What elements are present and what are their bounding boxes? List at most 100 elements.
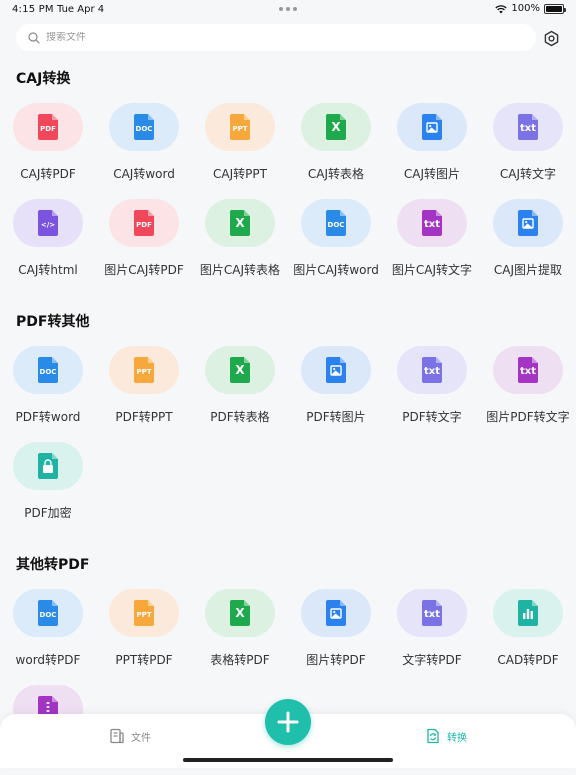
tool-item[interactable]: DOC 图片CAJ转word	[288, 199, 384, 289]
section-title: PDF转其他	[16, 314, 90, 330]
file-type-tag: PDF	[136, 221, 152, 229]
tool-label: CAJ转word	[113, 167, 175, 181]
tool-item[interactable]: txt CAJ转文字	[480, 103, 576, 193]
status-bar: 4:15 PM Tue Apr 4 100%	[0, 0, 576, 20]
tool-label: PDF转图片	[306, 410, 366, 424]
tool-label: CAD转PDF	[497, 653, 559, 667]
tool-item[interactable]: txt PDF转文字	[384, 346, 480, 436]
tool-label: PPT转PDF	[115, 653, 173, 667]
tool-label: 图片CAJ转PDF	[104, 263, 184, 277]
txt-file-icon: txt	[397, 346, 467, 394]
tool-label: CAJ转html	[18, 263, 78, 277]
file-type-tag: txt	[424, 609, 440, 620]
wifi-icon	[495, 4, 508, 13]
battery-icon	[544, 3, 566, 14]
ppt-file-icon: PPT	[109, 346, 179, 394]
txt-file-icon: txt	[397, 199, 467, 247]
search-bar[interactable]	[16, 24, 536, 51]
tool-item[interactable]: txt 文字转PDF	[384, 589, 480, 679]
file-type-tag: txt	[520, 123, 536, 134]
file-type-tag: DOC	[40, 368, 57, 376]
tool-label: CAJ转PPT	[213, 167, 267, 181]
tool-label: 表格转PDF	[210, 653, 270, 667]
home-indicator	[183, 758, 393, 762]
tool-item[interactable]: PDF 图片CAJ转PDF	[96, 199, 192, 289]
doc-file-icon: DOC	[13, 346, 83, 394]
tool-item[interactable]: PDF加密	[0, 442, 96, 532]
file-type-tag: PPT	[232, 125, 247, 133]
lock-file-icon	[13, 442, 83, 490]
pdf-file-icon: PDF	[13, 103, 83, 151]
file-type-tag: DOC	[328, 221, 345, 229]
tool-item[interactable]: X 表格转PDF	[192, 589, 288, 679]
tab-files[interactable]: 文件	[109, 728, 151, 744]
txt-file-icon: txt	[493, 346, 563, 394]
convert-icon	[427, 728, 439, 744]
tool-label: CAJ转表格	[307, 167, 365, 181]
tool-label: CAJ转PDF	[20, 167, 76, 181]
xls-file-icon: X	[205, 199, 275, 247]
txt-file-icon: txt	[493, 103, 563, 151]
tool-item[interactable]: DOC word转PDF	[0, 589, 96, 679]
search-icon	[28, 31, 40, 44]
multitasking-dots-icon[interactable]	[279, 7, 297, 11]
tab-files-label: 文件	[131, 732, 151, 744]
xls-file-icon: X	[301, 103, 371, 151]
tool-label: CAJ图片提取	[493, 263, 563, 277]
file-type-tag: DOC	[40, 611, 57, 619]
tool-item[interactable]: PPT PDF转PPT	[96, 346, 192, 436]
section-title: CAJ转换	[16, 71, 71, 87]
tool-label: 图片CAJ转表格	[199, 263, 281, 277]
search-input[interactable]	[46, 32, 506, 43]
file-type-tag: PPT	[136, 611, 151, 619]
pdf-file-icon: PDF	[109, 199, 179, 247]
ppt-file-icon: PPT	[205, 103, 275, 151]
tool-item[interactable]: DOC PDF转word	[0, 346, 96, 436]
tool-item[interactable]: DOC CAJ转word	[96, 103, 192, 193]
file-type-tag: txt	[520, 366, 536, 377]
tool-label: PDF转表格	[210, 410, 270, 424]
tool-item[interactable]: PDF转图片	[288, 346, 384, 436]
tool-item[interactable]: PPT CAJ转PPT	[192, 103, 288, 193]
tool-label: 图片转PDF	[306, 653, 366, 667]
plus-icon	[277, 711, 299, 733]
tool-item[interactable]: X 图片CAJ转表格	[192, 199, 288, 289]
chart-file-icon	[493, 589, 563, 637]
tool-label: CAJ转文字	[499, 167, 557, 181]
tool-label: 图片PDF转文字	[486, 410, 570, 424]
tool-label: PDF转word	[15, 410, 81, 424]
tab-convert[interactable]: 转换	[425, 728, 467, 744]
ppt-file-icon: PPT	[109, 589, 179, 637]
html-file-icon: </>	[13, 199, 83, 247]
gear-icon	[544, 30, 558, 46]
tool-item[interactable]: X PDF转表格	[192, 346, 288, 436]
settings-button[interactable]	[541, 28, 561, 48]
tool-item[interactable]: txt 图片CAJ转文字	[384, 199, 480, 289]
tool-item[interactable]: 图片转PDF	[288, 589, 384, 679]
tool-item[interactable]: CAJ转图片	[384, 103, 480, 193]
tool-item[interactable]: PPT PPT转PDF	[96, 589, 192, 679]
txt-file-icon: txt	[397, 589, 467, 637]
file-type-tag: txt	[424, 219, 440, 230]
img-file-icon	[301, 589, 371, 637]
tool-item[interactable]: X CAJ转表格	[288, 103, 384, 193]
tool-item[interactable]: CAJ图片提取	[480, 199, 576, 289]
file-type-tag: PPT	[136, 368, 151, 376]
file-type-tag: PDF	[40, 125, 56, 133]
tool-label: PDF加密	[24, 506, 72, 520]
tool-label: PDF转文字	[402, 410, 462, 424]
xls-file-icon: X	[205, 346, 275, 394]
tool-item[interactable]: </> CAJ转html	[0, 199, 96, 289]
add-button[interactable]	[265, 699, 311, 745]
status-time: 4:15 PM	[12, 4, 54, 15]
status-date: Tue Apr 4	[57, 4, 105, 15]
file-type-tag: X	[331, 120, 341, 134]
tool-label: word转PDF	[15, 653, 81, 667]
file-type-tag: </>	[41, 221, 55, 229]
doc-file-icon: DOC	[301, 199, 371, 247]
tab-convert-label: 转换	[447, 732, 467, 744]
tool-label: CAJ转图片	[403, 167, 461, 181]
tool-item[interactable]: CAD转PDF	[480, 589, 576, 679]
tool-item[interactable]: txt 图片PDF转文字	[480, 346, 576, 436]
tool-item[interactable]: PDF CAJ转PDF	[0, 103, 96, 193]
